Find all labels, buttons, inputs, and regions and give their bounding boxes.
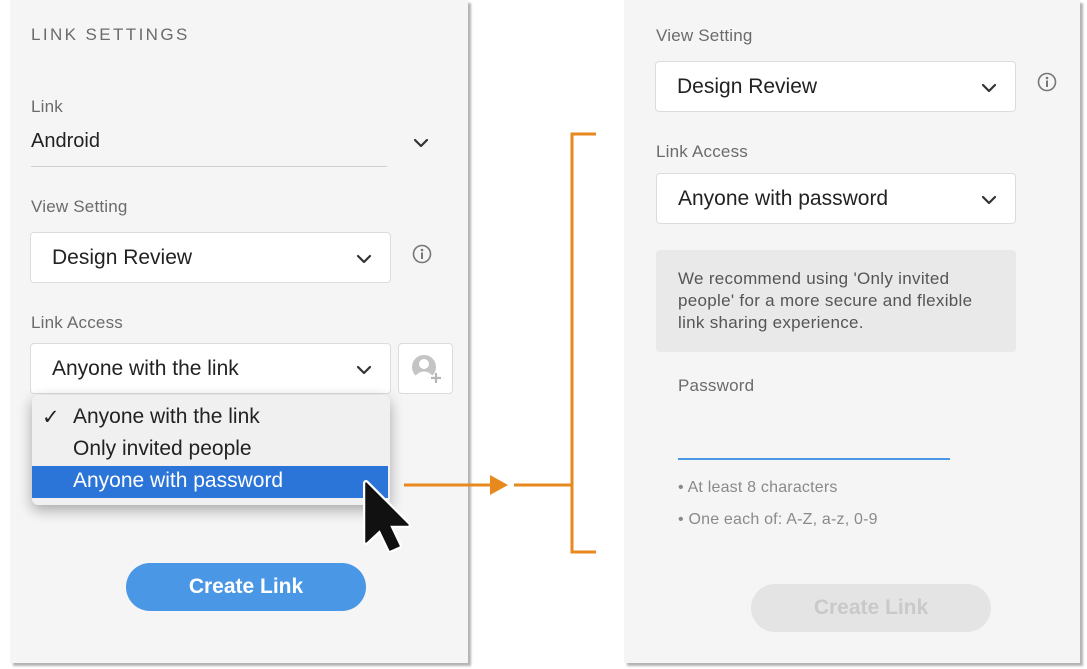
checkmark-icon: ✓	[42, 406, 60, 429]
view-setting-label: View Setting	[31, 197, 128, 216]
panel-title: LINK SETTINGS	[31, 25, 190, 44]
link-label: Link	[31, 97, 63, 116]
password-input[interactable]	[678, 426, 950, 460]
view-setting-label: View Setting	[656, 26, 753, 45]
link-select[interactable]: Android	[31, 126, 429, 168]
create-link-button-disabled[interactable]: Create Link	[751, 584, 991, 632]
view-setting-select[interactable]: Design Review	[655, 61, 1016, 112]
chevron-down-icon	[981, 195, 997, 205]
chevron-down-icon	[981, 83, 997, 93]
create-link-button[interactable]: Create Link	[126, 563, 366, 611]
chevron-down-icon	[356, 365, 372, 375]
link-access-label: Link Access	[656, 142, 748, 161]
view-setting-select[interactable]: Design Review	[30, 232, 391, 283]
link-underline	[31, 166, 387, 167]
password-rule-chars: • One each of: A-Z, a-z, 0-9	[678, 511, 878, 528]
password-rule-length: • At least 8 characters	[678, 479, 838, 496]
recommendation-box: We recommend using 'Only invited people'…	[656, 250, 1016, 352]
chevron-down-icon	[356, 254, 372, 264]
link-value: Android	[31, 130, 100, 152]
link-access-select[interactable]: Anyone with the link	[30, 343, 391, 394]
link-access-value: Anyone with password	[678, 186, 889, 210]
link-access-select[interactable]: Anyone with password	[656, 173, 1016, 224]
link-access-dropdown-menu: ✓ Anyone with the link Only invited peop…	[32, 395, 390, 505]
menu-item-label: Only invited people	[73, 437, 252, 460]
recommendation-text: We recommend using 'Only invited people'…	[678, 269, 973, 332]
link-access-value: Anyone with the link	[52, 356, 239, 380]
menu-item-label: Anyone with password	[73, 469, 284, 492]
annotation-arrow-bracket	[404, 132, 596, 554]
view-setting-value: Design Review	[52, 245, 193, 269]
menu-item-label: Anyone with the link	[73, 405, 260, 428]
link-access-label: Link Access	[31, 313, 123, 332]
password-label: Password	[678, 376, 755, 395]
view-setting-value: Design Review	[677, 74, 818, 98]
menu-item-only-invited[interactable]: Only invited people	[32, 434, 388, 466]
menu-item-anyone-with-password[interactable]: Anyone with password	[32, 466, 388, 498]
password-settings-panel: View Setting Design Review Link Access A…	[624, 0, 1080, 663]
menu-item-anyone-with-link[interactable]: ✓ Anyone with the link	[32, 402, 388, 434]
info-icon[interactable]	[1037, 72, 1057, 92]
